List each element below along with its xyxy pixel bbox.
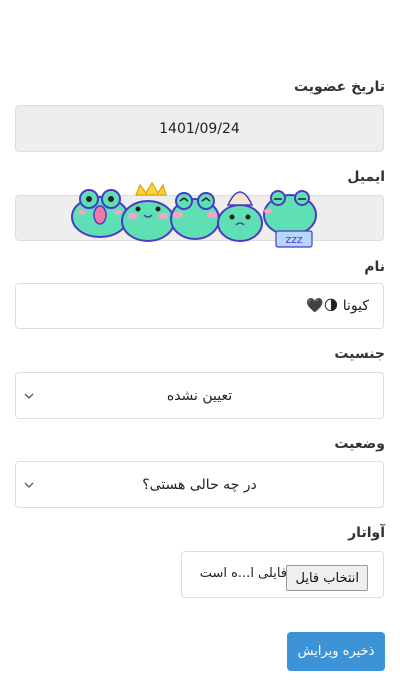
join-date-field: 1401/09/24 — [15, 105, 384, 152]
join-date-value: 1401/09/24 — [159, 120, 240, 137]
zzz-label: zzz — [285, 233, 303, 246]
chevron-down-icon — [22, 389, 36, 403]
frog-sticker-image: zzz — [70, 181, 325, 249]
avatar-label: آواتار — [348, 525, 385, 541]
choose-file-button[interactable]: انتخاب فایل — [286, 565, 368, 591]
gender-label: جنسیت — [334, 346, 385, 362]
avatar-file-input: انتخاب فایل فایلی ا...ه است — [181, 551, 384, 598]
gender-select[interactable]: تعیین نشده — [15, 372, 384, 419]
name-input[interactable]: کیونا 🌗🖤 — [15, 283, 384, 329]
status-selected-value: در چه حالی هستی؟ — [142, 476, 257, 493]
name-label: نام — [364, 259, 385, 275]
frog-5-icon: zzz — [263, 190, 317, 248]
chevron-down-icon — [22, 478, 36, 492]
file-status-text: فایلی ا...ه است — [199, 566, 287, 581]
frog-2-icon — [121, 181, 175, 242]
gender-selected-value: تعیین نشده — [166, 387, 233, 404]
frog-1-icon — [71, 189, 129, 238]
frog-4-icon — [217, 191, 263, 242]
join-date-label: تاریخ عضویت — [293, 79, 385, 95]
status-select[interactable]: در چه حالی هستی؟ — [15, 461, 384, 508]
email-label: ایمیل — [347, 169, 385, 185]
frog-3-icon — [170, 192, 220, 240]
status-label: وضعیت — [334, 436, 385, 452]
name-value: کیونا 🌗🖤 — [306, 298, 369, 314]
save-edit-button[interactable]: ذخیره ویرایش — [287, 632, 385, 671]
profile-edit-form: تاریخ عضویت 1401/09/24 ایمیل zzz نام کیو… — [0, 0, 400, 689]
frog-sticker-svg: zzz — [71, 181, 317, 248]
